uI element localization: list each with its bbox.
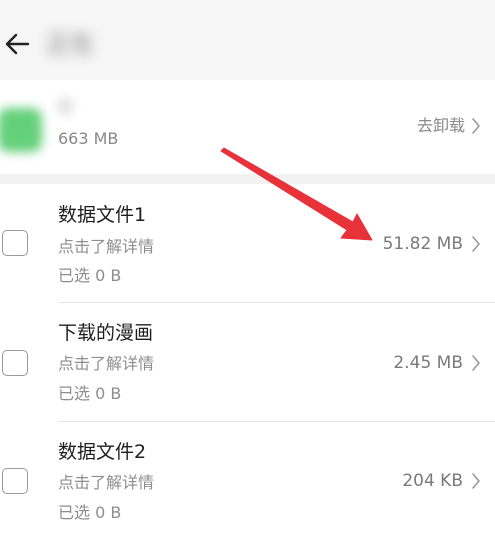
item-selected-size: 已选 0 B (58, 503, 122, 522)
item-size-button[interactable]: 2.45 MB (393, 351, 481, 375)
uninstall-label: 去卸载 (416, 116, 465, 135)
app-icon (0, 108, 42, 152)
item-detail-link[interactable]: 点击了解详情 (58, 472, 154, 494)
item-size: 51.82 MB (382, 234, 463, 254)
item-selected-size: 已选 0 B (58, 384, 122, 403)
item-detail-link[interactable]: 点击了解详情 (58, 236, 154, 258)
app-name: Q (58, 96, 73, 117)
list-item[interactable]: 数据文件1 点击了解详情 已选 0 B 51.82 MB (0, 184, 495, 302)
item-size: 204 KB (402, 471, 463, 491)
item-checkbox[interactable] (2, 230, 28, 256)
uninstall-button[interactable]: 去卸载 (417, 114, 481, 138)
item-checkbox[interactable] (2, 468, 28, 494)
arrow-left-icon[interactable] (2, 29, 32, 59)
item-selected-size: 已选 0 B (58, 266, 122, 285)
chevron-right-icon (472, 473, 480, 489)
item-title: 下载的漫画 (58, 322, 154, 344)
section-divider (0, 174, 495, 184)
item-size-button[interactable]: 51.82 MB (383, 232, 481, 256)
list-item[interactable]: 下载的漫画 点击了解详情 已选 0 B 2.45 MB (0, 303, 495, 421)
chevron-right-icon (472, 118, 480, 134)
item-size: 2.45 MB (393, 353, 463, 373)
item-size-button[interactable]: 204 KB (402, 469, 481, 493)
header: 正在 (0, 0, 495, 80)
page-title: 正在 (46, 30, 94, 58)
item-checkbox[interactable] (2, 350, 28, 376)
app-size: 663 MB (58, 129, 119, 148)
chevron-right-icon (472, 355, 480, 371)
list-item[interactable]: 数据文件2 点击了解详情 已选 0 B 204 KB (0, 422, 495, 540)
chevron-right-icon (472, 236, 480, 252)
item-detail-link[interactable]: 点击了解详情 (58, 353, 154, 375)
item-title: 数据文件2 (58, 441, 147, 463)
item-title: 数据文件1 (58, 204, 147, 226)
